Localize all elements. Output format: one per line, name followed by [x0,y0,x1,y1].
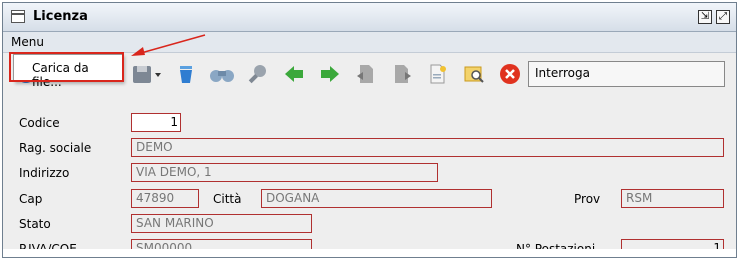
save-icon[interactable] [131,63,163,85]
export-icon[interactable] [391,63,413,85]
minimize-icon[interactable]: ⇲ [698,10,712,24]
cap-field[interactable]: 47890 [131,189,199,208]
zoom-icon[interactable] [247,63,269,85]
torn-edge [3,249,736,257]
prov-field[interactable]: RSM [621,189,724,208]
rag-sociale-label: Rag. sociale [19,141,92,155]
title-bar: Licenza ⇲ ⤢ [3,3,736,32]
import-icon[interactable] [355,63,377,85]
indirizzo-field[interactable]: VIA DEMO, 1 [131,163,438,182]
cancel-icon[interactable] [499,63,521,85]
codice-label: Codice [19,116,60,130]
codice-field[interactable]: 1 [131,113,181,132]
window-title: Licenza [33,9,88,24]
form: Codice 1 Rag. sociale DEMO Indirizzo VIA… [3,95,736,257]
prov-label: Prov [574,192,601,206]
citta-field[interactable]: DOGANA [261,189,492,208]
cap-label: Cap [19,192,43,206]
delete-icon[interactable] [175,63,197,85]
search-icon[interactable] [209,63,235,85]
indirizzo-label: Indirizzo [19,166,70,180]
find-document-icon[interactable] [463,63,485,85]
highlight-box [9,52,124,82]
window-icon [11,10,25,23]
menu-bar: Menu [3,32,736,53]
menu-title[interactable]: Menu [11,35,44,49]
new-document-icon[interactable] [427,63,449,85]
query-field[interactable]: Interroga [528,61,725,87]
pointer-arrow [131,34,206,56]
stato-label: Stato [19,217,51,231]
next-icon[interactable] [319,63,341,85]
stato-field[interactable]: SAN MARINO [131,214,312,233]
maximize-icon[interactable]: ⤢ [716,10,730,24]
rag-sociale-field[interactable]: DEMO [131,138,724,157]
window: Licenza ⇲ ⤢ Menu Interroga Carica da fil… [2,2,737,258]
previous-icon[interactable] [283,63,305,85]
citta-label: Città [213,192,242,206]
